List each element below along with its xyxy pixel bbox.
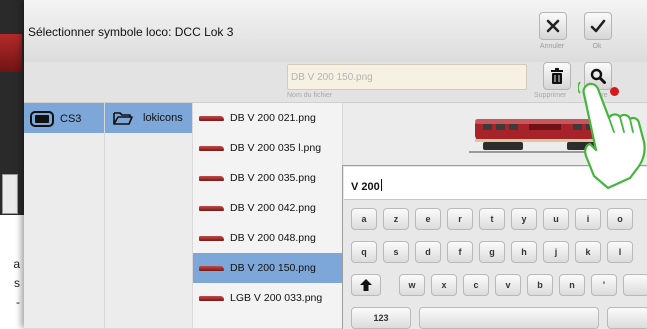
ok-button[interactable] <box>584 12 612 40</box>
root-label: CS3 <box>60 113 82 125</box>
key-t[interactable]: t <box>479 208 505 230</box>
folder-node-content: lokicons <box>113 111 183 125</box>
key-o[interactable]: o <box>607 208 633 230</box>
numbers-key[interactable]: 123 <box>351 307 411 329</box>
folder-node[interactable]: lokicons <box>105 103 193 133</box>
key-a[interactable]: a <box>351 208 377 230</box>
file-name: DB V 200 042.png <box>230 202 316 214</box>
key-n[interactable]: n <box>559 274 585 296</box>
key-q[interactable]: q <box>351 241 377 263</box>
space-key[interactable] <box>419 307 599 329</box>
file-row[interactable]: DB V 200 035.png <box>193 163 343 193</box>
key-i[interactable]: i <box>575 208 601 230</box>
file-row[interactable]: DB V 200 021.png <box>193 103 343 133</box>
loco-icon <box>199 145 224 151</box>
background-text-line: - <box>16 295 20 309</box>
device-icon <box>30 111 54 127</box>
trash-icon <box>551 68 563 84</box>
file-row[interactable]: DB V 200 042.png <box>193 193 343 223</box>
key-c[interactable]: c <box>463 274 489 296</box>
key-w[interactable]: w <box>399 274 425 296</box>
dialog-titlebar: Sélectionner symbole loco: DCC Lok 3 Ann… <box>24 0 647 62</box>
file-name: DB V 200 035.png <box>230 172 316 184</box>
key-g[interactable]: g <box>479 241 505 263</box>
key-u[interactable]: u <box>543 208 569 230</box>
cancel-label: Annuler <box>539 43 565 50</box>
key-apostrophe[interactable]: ' <box>591 274 617 296</box>
key-y[interactable]: y <box>511 208 537 230</box>
key-extra[interactable] <box>607 307 647 329</box>
file-name: DB V 200 035 l.png <box>230 142 322 154</box>
keyboard-input-value: V 200 <box>351 181 380 193</box>
background-text-line: s <box>14 276 20 290</box>
folder-open-icon <box>113 112 133 125</box>
file-name: DB V 200 150.png <box>230 262 316 274</box>
root-node[interactable]: CS3 <box>24 103 104 133</box>
loco-icon <box>199 295 224 301</box>
filename-input[interactable]: DB V 200 150.png <box>287 64 527 90</box>
loco-icon <box>199 265 224 271</box>
key-v[interactable]: v <box>495 274 521 296</box>
file-name: LGB V 200 033.png <box>230 292 323 304</box>
ok-label: Ok <box>592 43 602 50</box>
file-row[interactable]: DB V 200 048.png <box>193 223 343 253</box>
key-l[interactable]: l <box>607 241 633 263</box>
background-side-text: a s - <box>0 255 20 312</box>
key-k[interactable]: k <box>575 241 601 263</box>
key-z[interactable]: z <box>383 208 409 230</box>
background-app-sidebar <box>0 0 24 215</box>
key-f[interactable]: f <box>447 241 473 263</box>
text-cursor <box>380 179 382 191</box>
filename-field-label: Nom du fichier <box>287 92 333 99</box>
loco-icon <box>199 115 224 121</box>
key-x[interactable]: x <box>431 274 457 296</box>
cancel-button[interactable] <box>539 12 567 40</box>
loco-icon <box>199 205 224 211</box>
root-column: CS3 <box>24 103 104 328</box>
folder-column: lokicons <box>104 103 193 328</box>
delete-label: Supprimer <box>534 92 567 99</box>
file-row[interactable]: DB V 200 035 l.png <box>193 133 343 163</box>
key-d[interactable]: d <box>415 241 441 263</box>
key-extra[interactable] <box>623 274 647 296</box>
dialog-title: Sélectionner symbole loco: DCC Lok 3 <box>28 25 234 39</box>
key-s[interactable]: s <box>383 241 409 263</box>
delete-button[interactable] <box>543 62 571 90</box>
shift-key[interactable] <box>351 274 381 296</box>
folder-label: lokicons <box>143 112 183 124</box>
file-row-selected[interactable]: DB V 200 150.png <box>193 253 343 283</box>
key-j[interactable]: j <box>543 241 569 263</box>
background-text-line: a <box>13 257 20 271</box>
background-panel <box>2 174 18 214</box>
key-h[interactable]: h <box>511 241 537 263</box>
loco-icon <box>199 235 224 241</box>
file-name: DB V 200 021.png <box>230 112 316 124</box>
key-b[interactable]: b <box>527 274 553 296</box>
hand-pointer-icon <box>578 81 646 190</box>
file-name: DB V 200 048.png <box>230 232 316 244</box>
loco-icon <box>199 175 224 181</box>
arrow-up-icon <box>360 279 372 291</box>
filename-bar: DB V 200 150.png Nom du fichier Supprime… <box>24 62 647 103</box>
key-e[interactable]: e <box>415 208 441 230</box>
background-loco-image <box>0 34 22 72</box>
file-row[interactable]: LGB V 200 033.png <box>193 283 343 313</box>
key-r[interactable]: r <box>447 208 473 230</box>
root-node-content: CS3 <box>30 111 81 127</box>
file-column: DB V 200 021.png DB V 200 035 l.png DB V… <box>192 103 343 328</box>
close-icon <box>546 19 560 33</box>
checkmark-icon <box>590 19 606 33</box>
